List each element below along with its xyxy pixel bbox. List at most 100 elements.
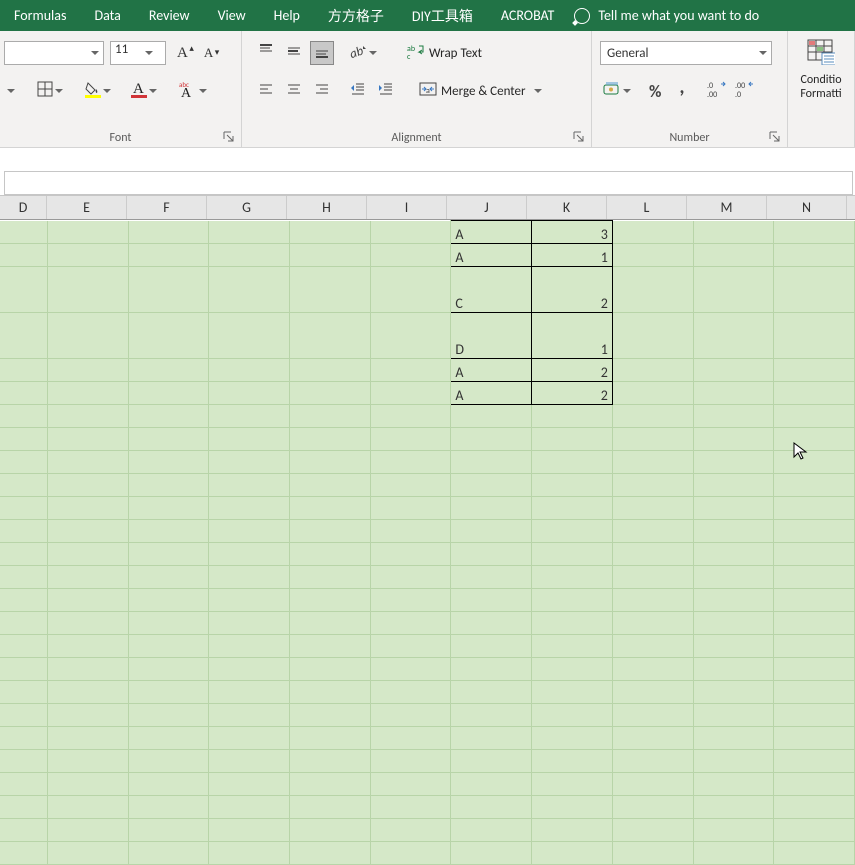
- cell[interactable]: [612, 796, 693, 819]
- number-dialog-launcher[interactable]: [769, 131, 783, 145]
- cell[interactable]: [290, 497, 371, 520]
- cell[interactable]: [370, 543, 451, 566]
- cell[interactable]: [128, 727, 209, 750]
- conditional-formatting-button[interactable]: Conditio Formatti: [788, 31, 854, 101]
- align-center-button[interactable]: [282, 79, 306, 103]
- cell[interactable]: [290, 796, 371, 819]
- cell[interactable]: [693, 658, 774, 681]
- cell[interactable]: [774, 727, 855, 750]
- cell[interactable]: [774, 704, 855, 727]
- cell[interactable]: [0, 727, 47, 750]
- cell[interactable]: [47, 566, 128, 589]
- cell[interactable]: [47, 543, 128, 566]
- cell-k[interactable]: 1: [532, 244, 613, 267]
- cell[interactable]: [774, 566, 855, 589]
- cell[interactable]: [451, 635, 532, 658]
- cell[interactable]: [290, 612, 371, 635]
- cell[interactable]: [774, 520, 855, 543]
- cell[interactable]: [451, 451, 532, 474]
- cell[interactable]: [47, 842, 128, 865]
- cell[interactable]: [128, 451, 209, 474]
- cell[interactable]: [0, 819, 47, 842]
- cell[interactable]: [612, 681, 693, 704]
- cell-k[interactable]: 2: [532, 382, 613, 405]
- cell[interactable]: [209, 612, 290, 635]
- cell[interactable]: [290, 658, 371, 681]
- cell[interactable]: [128, 773, 209, 796]
- cell[interactable]: [693, 497, 774, 520]
- col-header-k[interactable]: K: [527, 196, 607, 219]
- cell-k[interactable]: 3: [532, 221, 613, 244]
- cell[interactable]: [612, 727, 693, 750]
- cell[interactable]: [612, 589, 693, 612]
- cell[interactable]: [290, 520, 371, 543]
- cell[interactable]: [451, 428, 532, 451]
- cell[interactable]: [209, 428, 290, 451]
- cell-k[interactable]: 2: [532, 267, 613, 313]
- cell-j[interactable]: A: [451, 244, 532, 267]
- align-right-button[interactable]: [310, 79, 334, 103]
- tab-acrobat[interactable]: ACROBAT: [487, 0, 569, 31]
- wrap-text-button[interactable]: abc Wrap Text: [404, 41, 485, 65]
- cell[interactable]: [0, 704, 47, 727]
- cell[interactable]: [370, 796, 451, 819]
- cell[interactable]: [532, 543, 613, 566]
- cell[interactable]: [693, 543, 774, 566]
- cell[interactable]: [47, 497, 128, 520]
- cell[interactable]: [370, 405, 451, 428]
- decrease-indent-button[interactable]: [346, 79, 370, 103]
- cell[interactable]: [532, 727, 613, 750]
- cell[interactable]: [128, 681, 209, 704]
- cell[interactable]: [370, 727, 451, 750]
- cell[interactable]: [532, 819, 613, 842]
- cell[interactable]: [532, 681, 613, 704]
- cell[interactable]: [47, 428, 128, 451]
- cell[interactable]: [290, 727, 371, 750]
- cell[interactable]: [451, 750, 532, 773]
- comma-button[interactable]: ,: [676, 79, 687, 103]
- cell[interactable]: [370, 566, 451, 589]
- cell[interactable]: [290, 428, 371, 451]
- cell[interactable]: [693, 750, 774, 773]
- cell[interactable]: [128, 819, 209, 842]
- cell[interactable]: [290, 566, 371, 589]
- align-top-button[interactable]: [254, 41, 278, 65]
- cell[interactable]: [774, 543, 855, 566]
- cell[interactable]: [47, 819, 128, 842]
- cell[interactable]: [693, 704, 774, 727]
- cell[interactable]: [290, 750, 371, 773]
- cell[interactable]: [0, 520, 47, 543]
- cell[interactable]: [47, 405, 128, 428]
- cell[interactable]: [774, 796, 855, 819]
- col-header-h[interactable]: H: [287, 196, 367, 219]
- cell[interactable]: [0, 589, 47, 612]
- cell[interactable]: [209, 658, 290, 681]
- cell[interactable]: [209, 727, 290, 750]
- cell[interactable]: [612, 704, 693, 727]
- cell[interactable]: [774, 658, 855, 681]
- cell[interactable]: [0, 543, 47, 566]
- cell[interactable]: [370, 704, 451, 727]
- unknown-dropdown-1[interactable]: [4, 79, 18, 103]
- cell[interactable]: [451, 497, 532, 520]
- cell[interactable]: [370, 451, 451, 474]
- cell[interactable]: [532, 474, 613, 497]
- cell[interactable]: [774, 819, 855, 842]
- cell[interactable]: [209, 842, 290, 865]
- cell[interactable]: [612, 819, 693, 842]
- cell[interactable]: [290, 704, 371, 727]
- cell[interactable]: [532, 497, 613, 520]
- decrease-font-button[interactable]: A▾: [201, 41, 216, 65]
- cell[interactable]: [693, 474, 774, 497]
- cell[interactable]: [209, 750, 290, 773]
- cell[interactable]: [0, 566, 47, 589]
- cell[interactable]: [128, 566, 209, 589]
- cell[interactable]: [209, 796, 290, 819]
- number-format-select[interactable]: General: [600, 41, 772, 65]
- cell[interactable]: [451, 474, 532, 497]
- col-header-j[interactable]: J: [447, 196, 527, 219]
- cell-j[interactable]: A: [451, 382, 532, 405]
- cell[interactable]: [209, 819, 290, 842]
- cell[interactable]: [290, 842, 371, 865]
- cell[interactable]: [451, 405, 532, 428]
